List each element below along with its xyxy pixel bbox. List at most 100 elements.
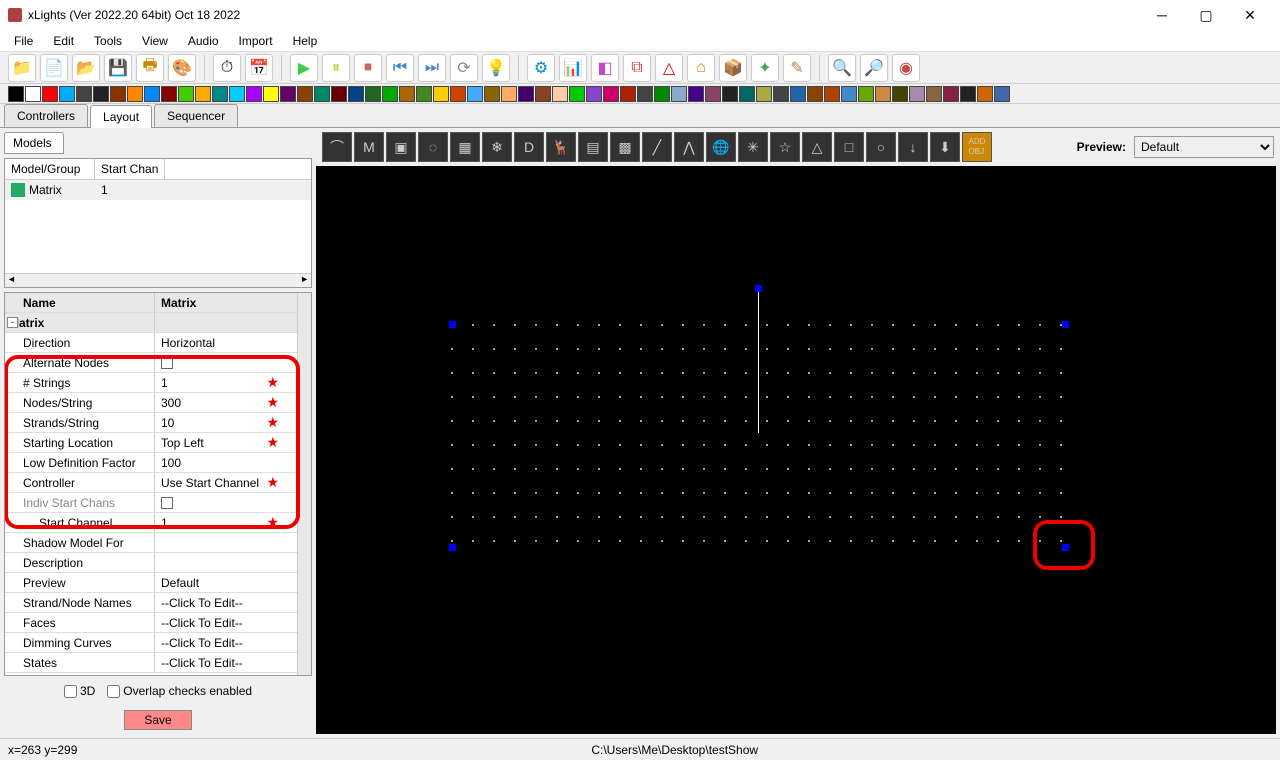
col-start-chan[interactable]: Start Chan xyxy=(95,159,165,179)
prop-row[interactable]: ControllerUse Start Channel★ xyxy=(5,473,297,493)
effect-swatch[interactable] xyxy=(705,86,721,102)
col-model-group[interactable]: Model/Group xyxy=(5,159,95,179)
tab-controllers[interactable]: Controllers xyxy=(4,104,88,127)
effect-swatch[interactable] xyxy=(178,86,194,102)
list-item[interactable]: Matrix 1 xyxy=(5,180,311,200)
effect-swatch[interactable] xyxy=(569,86,585,102)
effect-swatch[interactable] xyxy=(280,86,296,102)
effect-swatch[interactable] xyxy=(246,86,262,102)
prop-value[interactable]: --Click To Edit-- xyxy=(155,613,297,632)
effect-swatch[interactable] xyxy=(297,86,313,102)
sparkle-icon[interactable]: ✦ xyxy=(751,54,779,82)
tab-sequencer[interactable]: Sequencer xyxy=(154,104,238,127)
effect-swatch[interactable] xyxy=(603,86,619,102)
calendar-icon[interactable]: 📅 xyxy=(245,54,273,82)
prop-row[interactable]: Description xyxy=(5,553,297,573)
prop-value[interactable] xyxy=(155,493,297,512)
prop-category[interactable]: - Matrix xyxy=(5,313,297,333)
effect-swatch[interactable] xyxy=(93,86,109,102)
minimize-button[interactable]: ─ xyxy=(1140,1,1184,29)
prop-row[interactable]: PreviewDefault xyxy=(5,573,297,593)
menu-tools[interactable]: Tools xyxy=(84,32,132,50)
effect-swatch[interactable] xyxy=(144,86,160,102)
effect-swatch[interactable] xyxy=(654,86,670,102)
effect-swatch[interactable] xyxy=(994,86,1010,102)
model-star-icon[interactable]: ☆ xyxy=(770,132,800,162)
effect-swatch[interactable] xyxy=(552,86,568,102)
effect-swatch[interactable] xyxy=(977,86,993,102)
effect-swatch[interactable] xyxy=(807,86,823,102)
model-addobj-icon[interactable]: ADD OBJ xyxy=(962,132,992,162)
effect-swatch[interactable] xyxy=(314,86,330,102)
prop-value[interactable] xyxy=(155,553,297,572)
pkg-icon[interactable]: 📦 xyxy=(719,54,747,82)
h-scrollbar[interactable] xyxy=(5,273,311,287)
prop-row[interactable]: Strand/Node Names--Click To Edit-- xyxy=(5,593,297,613)
model-panel-icon[interactable]: ▤ xyxy=(578,132,608,162)
selection-handle[interactable] xyxy=(449,321,456,328)
prop-row[interactable]: Alternate Nodes xyxy=(5,353,297,373)
effect-swatch[interactable] xyxy=(365,86,381,102)
close-button[interactable]: ✕ xyxy=(1228,1,1272,29)
effect-swatch[interactable] xyxy=(42,86,58,102)
prop-row[interactable]: Low Definition Factor100 xyxy=(5,453,297,473)
gear-icon[interactable]: ⚙ xyxy=(527,54,555,82)
effect-swatch[interactable] xyxy=(450,86,466,102)
save-all-icon[interactable]: 🖶 xyxy=(136,54,164,82)
effect-swatch[interactable] xyxy=(399,86,415,102)
menu-help[interactable]: Help xyxy=(283,32,328,50)
model-snow-icon[interactable]: ❄ xyxy=(482,132,512,162)
effect-swatch[interactable] xyxy=(773,86,789,102)
open-icon[interactable]: 📂 xyxy=(72,54,100,82)
effect-swatch[interactable] xyxy=(824,86,840,102)
selection-handle[interactable] xyxy=(449,544,456,551)
checkbox-overlap[interactable]: Overlap checks enabled xyxy=(107,684,252,698)
model-arch-icon[interactable]: ⌒ xyxy=(322,132,352,162)
effect-swatch[interactable] xyxy=(127,86,143,102)
prop-value[interactable]: --Click To Edit-- xyxy=(155,633,297,652)
effect-swatch[interactable] xyxy=(416,86,432,102)
effect-swatch[interactable] xyxy=(263,86,279,102)
props-icon[interactable]: ◧ xyxy=(591,54,619,82)
effect-swatch[interactable] xyxy=(875,86,891,102)
effect-swatch[interactable] xyxy=(195,86,211,102)
prop-value[interactable]: --Click To Edit-- xyxy=(155,653,297,672)
maximize-button[interactable]: ▢ xyxy=(1184,1,1228,29)
selection-handle[interactable] xyxy=(1062,321,1069,328)
effect-swatch[interactable] xyxy=(161,86,177,102)
effect-swatch[interactable] xyxy=(433,86,449,102)
model-ring-icon[interactable]: ○ xyxy=(866,132,896,162)
help-icon[interactable]: ◉ xyxy=(892,54,920,82)
model-line-icon[interactable]: ╱ xyxy=(642,132,672,162)
prop-row[interactable]: DirectionHorizontal xyxy=(5,333,297,353)
effect-swatch[interactable] xyxy=(790,86,806,102)
dup-icon[interactable]: ⧉ xyxy=(623,54,651,82)
model-deer-icon[interactable]: 🦌 xyxy=(546,132,576,162)
effect-swatch[interactable] xyxy=(331,86,347,102)
effect-swatch[interactable] xyxy=(637,86,653,102)
play-icon[interactable]: ▶ xyxy=(290,54,318,82)
effect-swatch[interactable] xyxy=(671,86,687,102)
rotate-handle[interactable] xyxy=(755,285,762,292)
model-tree-icon[interactable]: △ xyxy=(802,132,832,162)
model-globe-icon[interactable]: 🌐 xyxy=(706,132,736,162)
model-grid-icon[interactable]: ▦ xyxy=(450,132,480,162)
effect-swatch[interactable] xyxy=(535,86,551,102)
zoom-in-icon[interactable]: 🔍 xyxy=(828,54,856,82)
prop-value[interactable] xyxy=(155,533,297,552)
effect-swatch[interactable] xyxy=(909,86,925,102)
prop-value[interactable]: Default xyxy=(155,573,297,592)
prop-row[interactable]: Shadow Model For xyxy=(5,533,297,553)
prop-value[interactable]: Horizontal xyxy=(155,333,297,352)
prop-row[interactable]: Faces--Click To Edit-- xyxy=(5,613,297,633)
effect-swatch[interactable] xyxy=(484,86,500,102)
effect-swatch[interactable] xyxy=(8,86,24,102)
effect-swatch[interactable] xyxy=(756,86,772,102)
loop-icon[interactable]: ⟳ xyxy=(450,54,478,82)
brush-icon[interactable]: ✎ xyxy=(783,54,811,82)
model-circle-icon[interactable]: ◌ xyxy=(418,132,448,162)
model-M-icon[interactable]: M xyxy=(354,132,384,162)
effect-swatch[interactable] xyxy=(501,86,517,102)
tree-icon[interactable]: △ xyxy=(655,54,683,82)
effect-swatch[interactable] xyxy=(25,86,41,102)
